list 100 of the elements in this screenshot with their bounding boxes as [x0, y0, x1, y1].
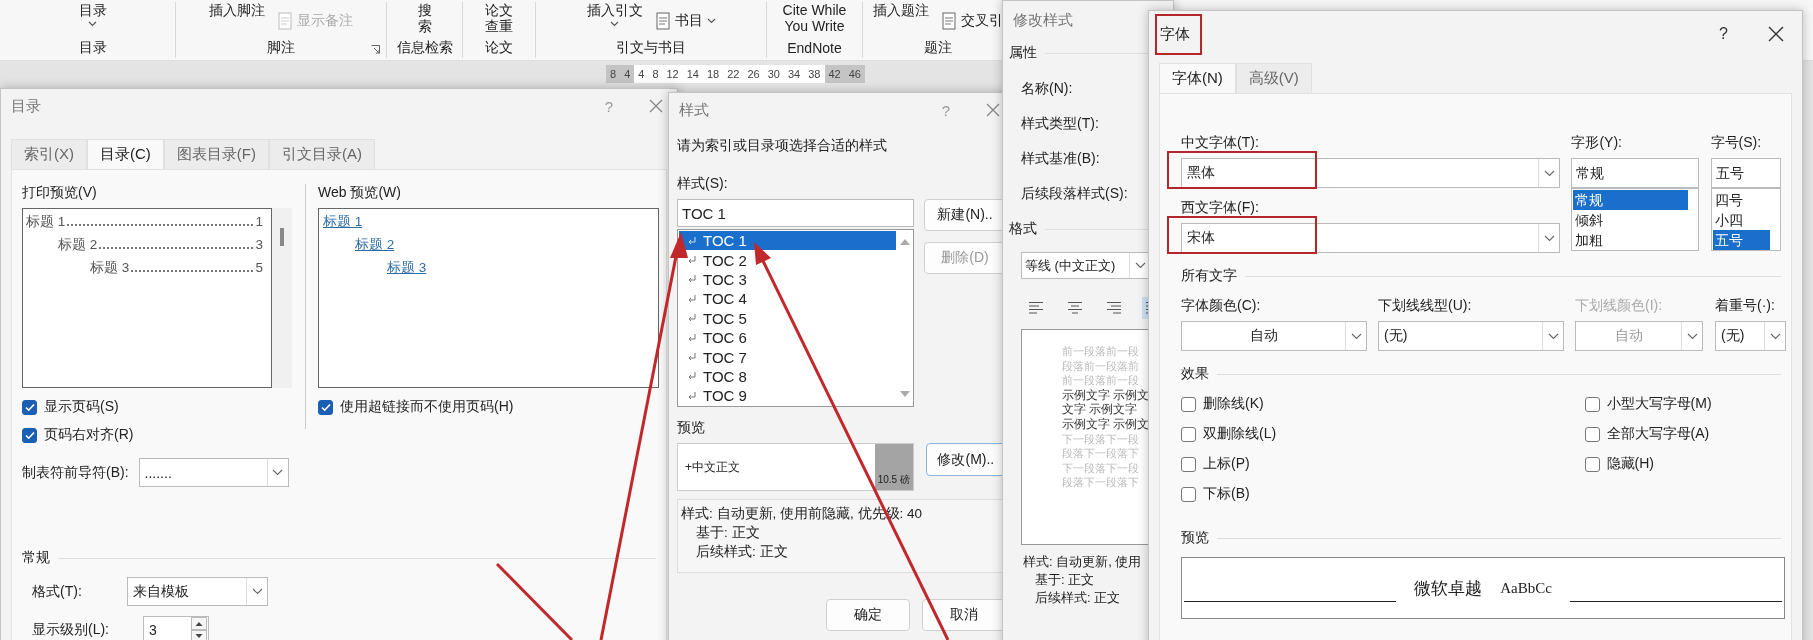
input-field[interactable]: TOC 1 [677, 199, 914, 227]
toc-link[interactable]: 标题 1 [323, 214, 363, 229]
close-icon[interactable] [1768, 26, 1784, 42]
ribbon-button[interactable]: 交叉引 [941, 12, 1003, 30]
field-label: 中文字体(T): [1181, 134, 1260, 152]
dialog-launcher-icon[interactable] [371, 45, 380, 54]
field-label: 着重号(·): [1715, 297, 1776, 315]
return-arrow-icon [687, 352, 697, 363]
instruction-text: 请为索引或目录项选择合适的样式 [677, 137, 888, 155]
input-field[interactable]: 常规 [1571, 158, 1699, 188]
ribbon-button[interactable]: 书目 [654, 12, 716, 30]
checkbox-label: 小型大写字母(M) [1606, 395, 1712, 413]
tab[interactable]: 高级(V) [1235, 63, 1312, 93]
checkbox-label: 上标(P) [1203, 455, 1250, 473]
tab[interactable]: 字体(N) [1159, 63, 1236, 93]
dropdown[interactable]: 黑体 [1181, 158, 1561, 188]
list-item[interactable]: TOC 6 [679, 327, 896, 348]
checkbox[interactable] [1584, 456, 1600, 472]
list-item[interactable]: 五号 [1712, 230, 1770, 250]
font-dropdown[interactable]: 等线 (中文正文) [1021, 252, 1151, 279]
list-item[interactable]: TOC 3 [679, 269, 896, 290]
checkbox-label: 显示页码(S) [44, 398, 119, 416]
dropdown[interactable]: ....... [138, 458, 289, 487]
list-item[interactable]: TOC 5 [679, 308, 896, 328]
ribbon-button[interactable]: 插入题注 [873, 2, 929, 18]
section-title: 预览 [1181, 529, 1209, 547]
description-text: 后续样式: 正文 [1034, 589, 1122, 607]
chevron-down-icon [1686, 332, 1698, 340]
dropdown[interactable]: 来自模板 [127, 577, 268, 606]
list-item[interactable]: 小四 [1712, 210, 1770, 230]
checkbox[interactable] [22, 427, 37, 443]
font-size-tag: 10.5 磅 [874, 444, 913, 490]
tab[interactable]: 目录(C) [87, 139, 164, 169]
checkbox-label: 全部大写字母(A) [1606, 425, 1710, 443]
tab[interactable]: 引文目录(A) [269, 139, 375, 169]
ruler: 8 4 4 8 12 14 18 22 26 30 34 38 42 46 [606, 65, 865, 83]
return-arrow-icon [687, 235, 697, 246]
ribbon-button[interactable]: 插入脚注 [209, 2, 265, 18]
document-icon [277, 12, 293, 30]
section-title: 效果 [1181, 365, 1209, 383]
help-button[interactable]: ? [1719, 25, 1728, 43]
field-label: 字形(Y): [1571, 134, 1623, 152]
chevron-down-icon [272, 469, 284, 476]
checkbox[interactable] [1584, 426, 1600, 442]
scroll-down-icon[interactable] [899, 390, 911, 398]
list-item[interactable]: 倾斜 [1573, 210, 1688, 230]
list-item[interactable]: TOC 2 [679, 250, 896, 270]
checkbox-label: 双删除线(L) [1203, 425, 1277, 443]
field-label: 格式(T): [32, 582, 83, 601]
checkbox[interactable] [1181, 486, 1196, 502]
ribbon-group-label: 信息检索 [396, 39, 453, 57]
dropdown[interactable]: 自动 [1181, 321, 1367, 351]
dialog-title: 样式 [679, 100, 709, 120]
tab[interactable]: 图表目录(F) [163, 139, 269, 169]
checkbox[interactable] [1181, 456, 1196, 472]
checkbox-label: 使用超链接而不使用页码(H) [340, 398, 514, 416]
toc-entry-text: 标题 3 [90, 259, 130, 277]
scroll-up-icon[interactable] [899, 238, 911, 246]
spin-arrows-icon[interactable] [191, 617, 207, 640]
ribbon-button[interactable]: 论文查重 [485, 2, 513, 34]
list-item[interactable]: 四号 [1712, 190, 1770, 210]
checkbox[interactable] [1584, 396, 1600, 412]
checkbox[interactable] [1181, 396, 1196, 412]
input-field[interactable]: 五号 [1710, 158, 1781, 188]
scrollbar[interactable] [272, 208, 292, 388]
checkbox[interactable] [22, 399, 37, 415]
align-right-icon [1106, 301, 1122, 315]
return-arrow-icon [687, 332, 697, 343]
list-item[interactable]: TOC 1 [679, 231, 896, 251]
description-text: 后续样式: 正文 [695, 543, 789, 561]
toc-link[interactable]: 标题 2 [355, 237, 395, 252]
description-text: 基于: 正文 [695, 524, 761, 542]
section-title: 格式 [1009, 220, 1037, 238]
dialog-button[interactable]: 确定 [826, 599, 910, 631]
ribbon-button[interactable]: 搜索 [417, 2, 432, 34]
list-item[interactable]: TOC 8 [679, 366, 896, 387]
checkbox[interactable] [1181, 426, 1196, 442]
ribbon-button[interactable]: 插入引文 [586, 2, 643, 27]
list-item[interactable]: 加粗 [1573, 230, 1688, 250]
ribbon-button[interactable]: Cite While You Write [775, 2, 854, 34]
toc-link[interactable]: 标题 3 [387, 260, 427, 275]
return-arrow-icon [687, 390, 697, 401]
ribbon-group-label: 引文与书目 [616, 39, 686, 57]
field-label: 样式类型(T): [1020, 115, 1100, 132]
checkbox-label: 删除线(K) [1203, 395, 1264, 413]
ribbon-button[interactable]: 目录 [78, 2, 107, 27]
list-item[interactable]: 常规 [1573, 190, 1688, 210]
dropdown[interactable]: (无) [1715, 321, 1786, 351]
ribbon-group-label: 论文 [485, 39, 513, 57]
list-item[interactable]: TOC 4 [679, 289, 896, 309]
toc-entry-text: 标题 2 [58, 236, 98, 254]
align-center-icon [1067, 301, 1083, 315]
tab[interactable]: 索引(X) [11, 139, 87, 169]
dropdown[interactable]: 宋体 [1181, 223, 1561, 253]
field-label: 样式基准(B): [1020, 150, 1101, 167]
dropdown[interactable]: (无) [1378, 321, 1564, 351]
checkbox[interactable] [318, 399, 333, 415]
number-spinner[interactable]: 3 [143, 616, 209, 640]
list-item[interactable]: TOC 7 [679, 347, 896, 367]
list-item[interactable]: TOC 9 [679, 386, 896, 406]
